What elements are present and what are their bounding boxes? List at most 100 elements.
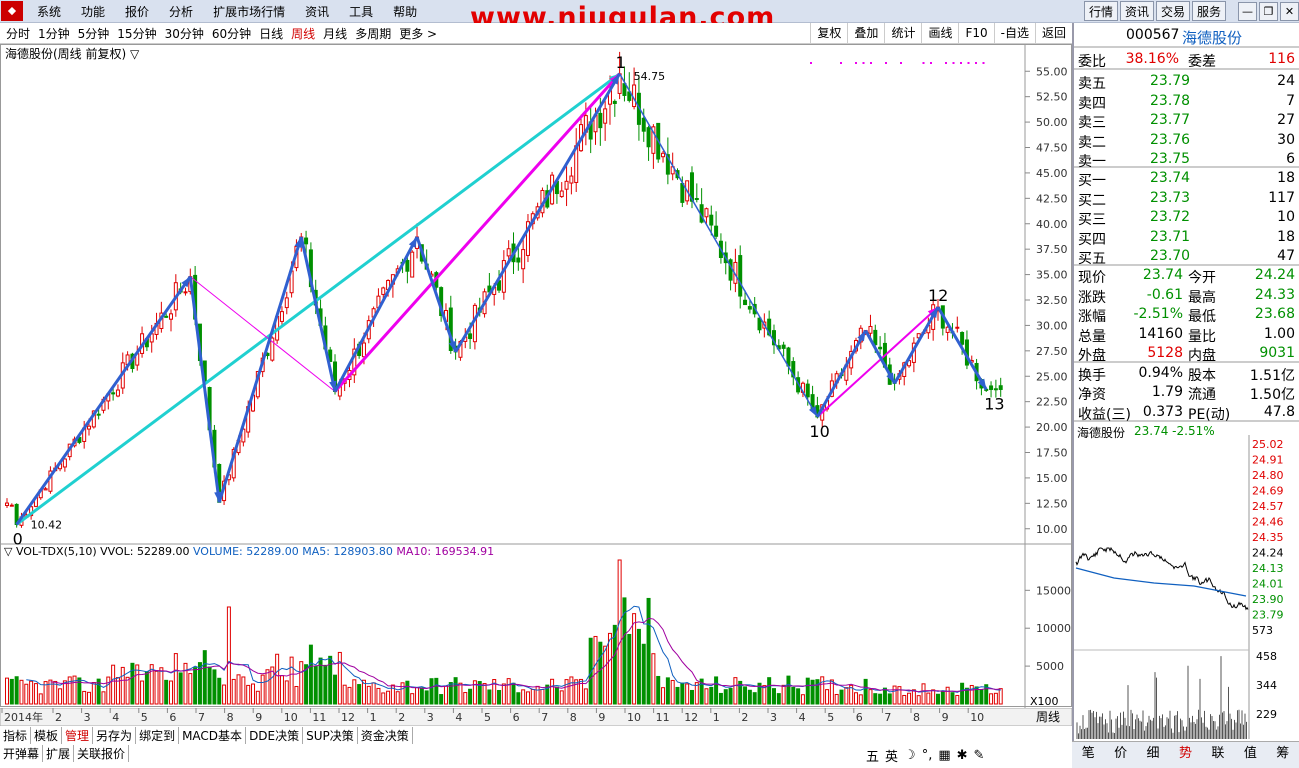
volume-bar [931, 689, 936, 705]
indicator-tab-5[interactable]: MACD基本 [179, 726, 247, 744]
candle-body [714, 225, 719, 237]
menu-item-0[interactable]: 系统 [27, 3, 71, 20]
volume-bar [154, 670, 159, 705]
toolbar-button-3[interactable]: 画线 [921, 23, 958, 44]
mini-volume-tick: 115 [1256, 737, 1277, 739]
top-button-2[interactable]: 交易 [1155, 1, 1190, 21]
bid-label: 买四 [1078, 231, 1106, 248]
top-button-1[interactable]: 资讯 [1119, 1, 1154, 21]
volume-bar [212, 669, 217, 705]
extra-tab-0[interactable]: 开弹幕 [0, 744, 44, 762]
volume-bar [945, 686, 950, 705]
volume-bar [405, 680, 410, 705]
period-tab-2[interactable]: 5分钟 [74, 25, 114, 42]
side-tab-0[interactable]: 笔 [1072, 742, 1104, 768]
period-tab-4[interactable]: 30分钟 [161, 25, 208, 42]
mini-price-tick: 24.24 [1252, 547, 1284, 560]
mini-price-tick: 573 [1252, 624, 1273, 637]
kline-chart[interactable]: 10.00 12.50 15.00 17.50 20.00 22.50 25.00 27.50… [0, 44, 1072, 708]
menu-item-3[interactable]: 分析 [159, 3, 203, 20]
time-label: 1 [370, 711, 377, 724]
menu-item-6[interactable]: 工具 [339, 3, 383, 20]
indicator-tab-1[interactable]: 模板 [31, 726, 63, 744]
menu-item-4[interactable]: 扩展市场行情 [203, 3, 295, 20]
menu-item-1[interactable]: 功能 [71, 3, 115, 20]
candle-body [960, 331, 965, 345]
volume-value: VOLUME: 52289.00 [193, 545, 302, 558]
candle-body [405, 259, 410, 272]
candle-body [468, 333, 473, 340]
toolbar-button-6[interactable]: 返回 [1034, 23, 1072, 44]
side-tab-2[interactable]: 细 [1137, 742, 1169, 768]
top-button-3[interactable]: 服务 [1191, 1, 1226, 21]
status-icon-4[interactable]: ▦ [938, 748, 950, 763]
chart-frame [0, 44, 1072, 707]
restore-icon[interactable]: ❐ [1259, 1, 1278, 21]
stock-code: 000567 [1126, 27, 1180, 43]
period-tab-3[interactable]: 15分钟 [113, 25, 160, 42]
close-icon[interactable]: ✕ [1280, 1, 1299, 21]
side-tab-6[interactable]: 筹 [1267, 742, 1299, 768]
blue-wave-arrow [454, 73, 621, 353]
menu-item-2[interactable]: 报价 [115, 3, 159, 20]
indicator-tab-7[interactable]: SUP决策 [303, 726, 358, 744]
time-label: 8 [913, 711, 920, 724]
status-icon-2[interactable]: ☽ [904, 748, 916, 763]
toolbar-button-1[interactable]: 叠加 [847, 23, 884, 44]
time-label: 12 [684, 711, 698, 724]
toolbar-button-0[interactable]: 复权 [810, 23, 847, 44]
top-button-0[interactable]: 行情 [1083, 1, 1118, 21]
period-tab-5[interactable]: 60分钟 [208, 25, 255, 42]
indicator-tab-2[interactable]: 管理 [62, 726, 94, 744]
period-tab-6[interactable]: 日线 [255, 25, 287, 42]
volume-bar [993, 692, 998, 705]
menu-item-5[interactable]: 资讯 [295, 3, 339, 20]
side-tab-3[interactable]: 势 [1169, 742, 1201, 768]
status-icon-0[interactable]: 五 [866, 746, 879, 765]
blue-wave-arrow [15, 275, 192, 526]
price-tick-label: 22.50 [1036, 396, 1068, 409]
minimize-icon[interactable]: — [1238, 1, 1257, 21]
volume-bar [468, 688, 473, 705]
volume-bar [328, 655, 333, 705]
indicator-tab-4[interactable]: 绑定到 [136, 726, 180, 744]
volume-bar [246, 684, 251, 705]
volume-bar [144, 671, 149, 705]
indicator-tab-3[interactable]: 另存为 [93, 726, 137, 744]
extra-tab-1[interactable]: 扩展 [43, 744, 75, 762]
toolbar-button-4[interactable]: F10 [958, 23, 993, 44]
time-label: 10 [970, 711, 984, 724]
volume-bar [5, 677, 9, 705]
status-icon-3[interactable]: °, [922, 748, 933, 763]
period-tab-9[interactable]: 多周期 [351, 25, 395, 42]
candle-body [96, 413, 101, 416]
extra-tab-2[interactable]: 关联报价 [74, 744, 130, 762]
period-tab-7[interactable]: 周线 [287, 25, 319, 42]
stock-title-row: 000567 海德股份 [1074, 27, 1299, 47]
status-icon-1[interactable]: 英 [885, 746, 898, 765]
status-icon-5[interactable]: ✱ [957, 748, 968, 763]
ask-label: 卖五 [1078, 76, 1106, 92]
volume-bar [791, 686, 796, 705]
period-tab-1[interactable]: 1分钟 [34, 25, 74, 42]
volume-bar [193, 667, 198, 705]
signal-dot [982, 62, 985, 64]
period-tab-0[interactable]: 分时 [2, 25, 34, 42]
side-tab-4[interactable]: 联 [1202, 742, 1234, 768]
candle-body [361, 342, 366, 358]
period-tab-8[interactable]: 月线 [319, 25, 351, 42]
toolbar-button-5[interactable]: -自选 [993, 23, 1035, 44]
volume-bar [583, 688, 588, 705]
status-icon-6[interactable]: ✎ [974, 748, 985, 763]
indicator-tab-6[interactable]: DDE决策 [246, 726, 304, 744]
bid-volume: 18 [1277, 228, 1295, 245]
period-tab-10[interactable]: 更多 > [395, 25, 441, 42]
side-tab-1[interactable]: 价 [1104, 742, 1136, 768]
side-tab-5[interactable]: 值 [1234, 742, 1266, 768]
indicator-tab-8[interactable]: 资金决策 [358, 726, 413, 744]
indicator-tab-0[interactable]: 指标 [0, 726, 32, 744]
toolbar-button-2[interactable]: 统计 [884, 23, 921, 44]
volume-bar [593, 635, 598, 705]
candle-body [955, 326, 960, 329]
menu-item-7[interactable]: 帮助 [383, 3, 427, 20]
